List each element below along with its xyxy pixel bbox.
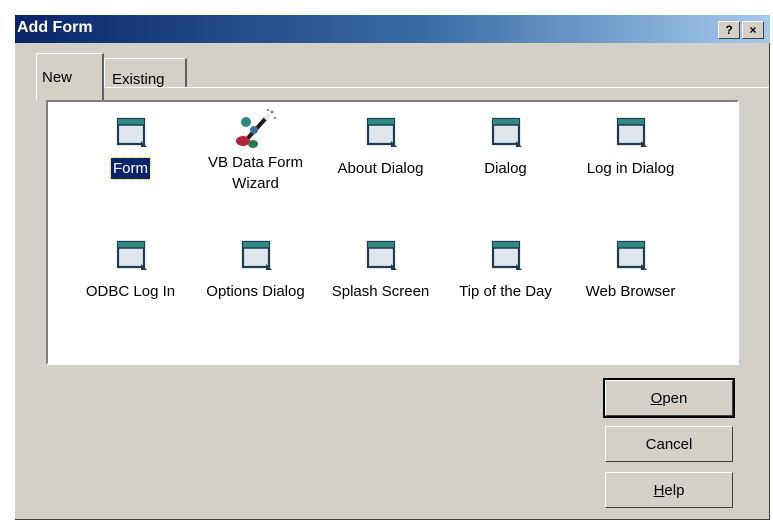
form-icon bbox=[113, 237, 149, 273]
help-button[interactable]: Help bbox=[605, 472, 733, 508]
list-item-options-dialog[interactable]: Options Dialog bbox=[193, 237, 318, 302]
open-button[interactable]: Open bbox=[603, 378, 735, 418]
wizard-icon bbox=[235, 108, 276, 148]
list-item-splash-screen[interactable]: Splash Screen bbox=[318, 237, 443, 302]
list-item-label: VB Data Form Wizard bbox=[207, 154, 304, 192]
list-item-about-dialog[interactable]: About Dialog bbox=[318, 114, 443, 179]
list-item-log-in-dialog[interactable]: Log in Dialog bbox=[568, 114, 693, 179]
form-icon bbox=[613, 237, 649, 273]
cancel-button-label: Cancel bbox=[645, 435, 693, 453]
list-item-label: About Dialog bbox=[337, 160, 424, 177]
list-item-vb-data-form-wizard[interactable]: VB Data Form Wizard bbox=[193, 108, 318, 194]
tab-new-label: New bbox=[42, 69, 73, 86]
list-item-dialog[interactable]: Dialog bbox=[443, 114, 568, 179]
form-icon bbox=[363, 237, 399, 273]
form-icon bbox=[238, 237, 274, 273]
close-button[interactable]: × bbox=[742, 21, 764, 39]
title-bar[interactable]: Add Form ? × bbox=[15, 15, 770, 43]
open-button-label: Open bbox=[650, 389, 688, 407]
form-icon bbox=[113, 114, 149, 150]
form-type-list[interactable]: Form VB Data Form Wizard About Dialog Dia… bbox=[46, 100, 739, 365]
form-icon bbox=[363, 114, 399, 150]
add-form-dialog: Add Form ? × New Existing Form VB Data F… bbox=[15, 15, 770, 520]
cancel-button[interactable]: Cancel bbox=[605, 426, 733, 462]
list-item-label: Dialog bbox=[484, 160, 527, 177]
form-icon bbox=[613, 114, 649, 150]
tab-existing-label: Existing bbox=[112, 71, 165, 88]
list-item-odbc-log-in[interactable]: ODBC Log In bbox=[68, 237, 193, 302]
list-item-label: Log in Dialog bbox=[586, 160, 675, 177]
list-item-label: Form bbox=[110, 157, 151, 180]
tab-new[interactable]: New bbox=[36, 53, 104, 100]
list-item-label: Web Browser bbox=[585, 283, 676, 300]
form-icon bbox=[488, 114, 524, 150]
list-item-label: Options Dialog bbox=[206, 283, 305, 300]
window-title: Add Form bbox=[17, 19, 93, 36]
form-icon bbox=[488, 237, 524, 273]
list-item-form[interactable]: Form bbox=[68, 114, 193, 180]
tab-existing[interactable]: Existing bbox=[104, 58, 187, 88]
help-title-button[interactable]: ? bbox=[718, 21, 740, 39]
list-item-label: Splash Screen bbox=[331, 283, 430, 300]
list-item-tip-of-the-day[interactable]: Tip of the Day bbox=[443, 237, 568, 302]
list-item-label: ODBC Log In bbox=[85, 283, 176, 300]
help-button-label: Help bbox=[653, 481, 685, 499]
list-item-web-browser[interactable]: Web Browser bbox=[568, 237, 693, 302]
list-item-label: Tip of the Day bbox=[459, 283, 552, 300]
